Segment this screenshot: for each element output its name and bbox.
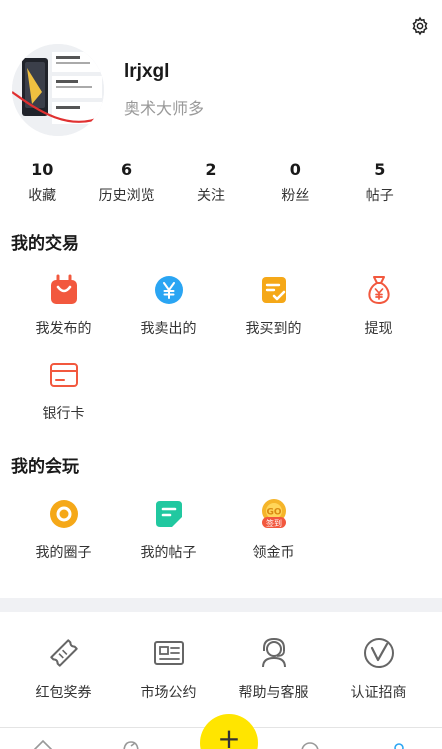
stats-bar: 10 收藏 6 历史浏览 2 关注 0 粉丝 5 帖子 bbox=[0, 160, 442, 205]
grid-item-label: 我卖出的 bbox=[140, 321, 197, 337]
circle-icon bbox=[49, 500, 78, 528]
checkin-badge: 签到 bbox=[266, 518, 282, 528]
stat-number: 5 bbox=[374, 160, 386, 179]
gold-coin-icon: GO 签到 bbox=[261, 499, 286, 528]
stat-label: 收藏 bbox=[28, 188, 57, 204]
service-label: 红包奖券 bbox=[35, 685, 92, 701]
service-label: 认证招商 bbox=[350, 685, 407, 701]
grid-item-bank-card[interactable]: 银行卡 bbox=[11, 359, 116, 423]
section-divider bbox=[0, 598, 442, 612]
yen-coin-icon bbox=[154, 276, 183, 304]
grid-item-withdraw[interactable]: 提现 bbox=[326, 274, 431, 338]
user-title: 奥术大师多 bbox=[124, 99, 205, 118]
service-label: 市场公约 bbox=[140, 685, 197, 701]
section-title-trade: 我的交易 bbox=[11, 234, 79, 254]
service-certification[interactable]: 认证招商 bbox=[326, 636, 431, 702]
headset-icon bbox=[261, 637, 286, 668]
discover-icon[interactable] bbox=[120, 738, 142, 749]
checklist-icon bbox=[261, 277, 286, 303]
stat-posts[interactable]: 5 帖子 bbox=[338, 160, 422, 205]
money-bag-icon bbox=[367, 276, 390, 305]
grid-item-published[interactable]: 我发布的 bbox=[11, 274, 116, 338]
grid-item-my-posts[interactable]: 我的帖子 bbox=[116, 498, 221, 562]
stat-history[interactable]: 6 历史浏览 bbox=[84, 160, 168, 205]
bank-card-icon bbox=[49, 363, 78, 387]
grid-item-label: 我的帖子 bbox=[140, 545, 197, 561]
post-icon bbox=[155, 501, 182, 527]
stat-label: 关注 bbox=[196, 188, 225, 204]
shopping-bag-icon bbox=[50, 274, 77, 304]
profile-icon[interactable] bbox=[388, 738, 410, 749]
svg-text:GO: GO bbox=[266, 508, 281, 518]
stat-number: 0 bbox=[289, 160, 301, 179]
grid-item-label: 银行卡 bbox=[42, 406, 85, 422]
stat-number: 10 bbox=[31, 160, 54, 179]
service-label: 帮助与客服 bbox=[238, 685, 309, 701]
stat-number: 6 bbox=[121, 160, 133, 179]
stat-favorites[interactable]: 10 收藏 bbox=[0, 160, 84, 205]
profile-header[interactable]: lrjxgl 奥术大师多 bbox=[12, 44, 204, 136]
grid-item-my-circle[interactable]: 我的圈子 bbox=[11, 498, 116, 562]
grid-item-label: 提现 bbox=[364, 321, 393, 337]
stat-label: 历史浏览 bbox=[98, 188, 155, 204]
stat-fans[interactable]: 0 粉丝 bbox=[253, 160, 337, 205]
grid-item-label: 我买到的 bbox=[245, 321, 302, 337]
grid-item-get-coins[interactable]: GO 签到 领金币 bbox=[221, 498, 326, 562]
publish-fab-button[interactable]: + bbox=[200, 714, 258, 749]
service-market-rules[interactable]: 市场公约 bbox=[116, 636, 221, 702]
grid-item-label: 领金币 bbox=[252, 545, 295, 561]
message-icon[interactable] bbox=[299, 738, 321, 749]
avatar[interactable] bbox=[12, 44, 104, 136]
service-help[interactable]: 帮助与客服 bbox=[221, 636, 326, 702]
section-title-play: 我的会玩 bbox=[11, 457, 79, 477]
id-card-icon bbox=[153, 641, 184, 665]
settings-gear-icon[interactable] bbox=[410, 16, 430, 36]
grid-item-label: 我发布的 bbox=[35, 321, 92, 337]
service-red-packet[interactable]: 红包奖券 bbox=[11, 636, 116, 702]
username: lrjxgl bbox=[124, 61, 170, 82]
stat-label: 粉丝 bbox=[281, 188, 310, 204]
grid-item-label: 我的圈子 bbox=[35, 545, 92, 561]
ticket-icon bbox=[49, 639, 78, 667]
stat-following[interactable]: 2 关注 bbox=[169, 160, 253, 205]
verified-icon bbox=[363, 638, 394, 668]
grid-item-sold[interactable]: 我卖出的 bbox=[116, 274, 221, 338]
grid-item-bought[interactable]: 我买到的 bbox=[221, 274, 326, 338]
stat-label: 帖子 bbox=[365, 188, 394, 204]
stat-number: 2 bbox=[205, 160, 217, 179]
home-icon[interactable] bbox=[32, 738, 54, 749]
